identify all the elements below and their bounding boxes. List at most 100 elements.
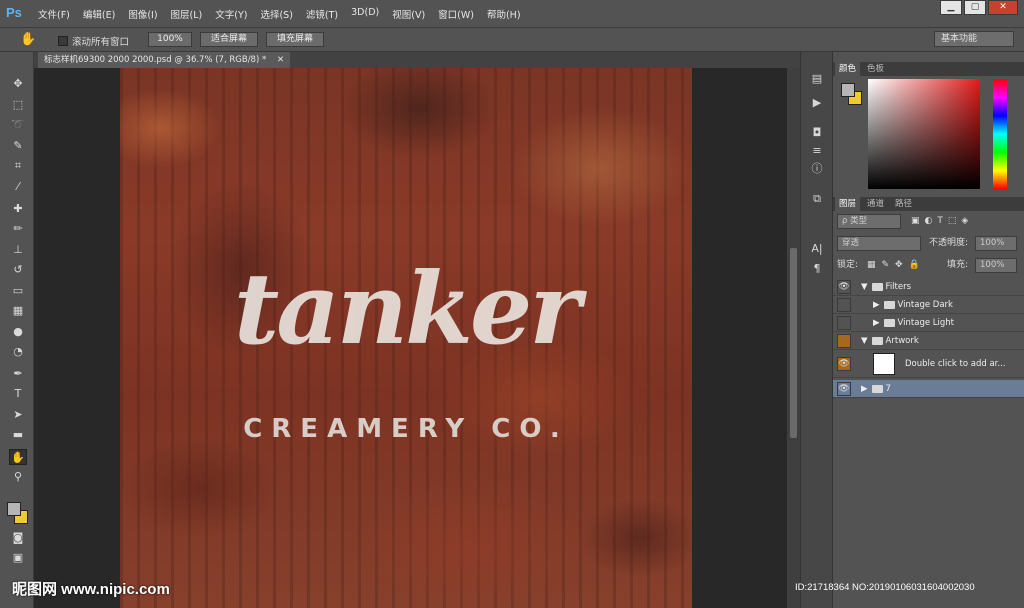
tab-swatches[interactable]: 色板: [863, 62, 888, 76]
workspace-select[interactable]: 基本功能: [934, 31, 1014, 47]
menu-type[interactable]: 文字(Y): [215, 7, 247, 21]
lock-icons[interactable]: ▦✎✥🔒: [867, 258, 926, 273]
vertical-scrollbar[interactable]: [787, 68, 800, 608]
visibility-eye-icon[interactable]: 👁: [837, 357, 851, 371]
layer-row-vintage-light[interactable]: ▶ Vintage Light: [833, 314, 1024, 332]
layer-row-filters[interactable]: 👁 ▼ Filters: [833, 278, 1024, 296]
character-panel-icon[interactable]: A|: [809, 242, 825, 256]
visibility-eye-icon[interactable]: 👁: [837, 280, 851, 294]
color-panel-foreground[interactable]: [841, 83, 855, 97]
window-controls: ▁ ▢ ✕: [938, 0, 1018, 15]
menu-3d[interactable]: 3D(D): [351, 7, 379, 21]
document-tab-bar: 标志样机69300 2000 2000.psd @ 36.7% (7, RGB/…: [34, 52, 800, 68]
layer-row-smart-object[interactable]: 👁 Double click to add ar...: [833, 350, 1024, 378]
blur-tool-icon[interactable]: ●: [9, 324, 27, 340]
hand-tool-icon[interactable]: ✋: [20, 32, 36, 47]
type-tool-icon[interactable]: T: [9, 386, 27, 402]
tab-color[interactable]: 颜色: [835, 62, 861, 76]
close-button[interactable]: ✕: [988, 0, 1018, 15]
tools-panel: ✥ ⬚ ➰ ✎ ⌗ ⁄ ✚ ✏ ⊥ ↺ ▭ ▦ ● ◔ ✒ T ➤ ▬ ✋ ⚲ …: [0, 52, 34, 608]
color-picker-field[interactable]: [868, 79, 980, 189]
paragraph-panel-icon[interactable]: ¶: [809, 262, 825, 276]
lock-label: 锁定:: [837, 260, 859, 270]
menu-select[interactable]: 选择(S): [260, 7, 292, 21]
scroll-all-windows-label: 滚动所有窗口: [72, 37, 130, 48]
scroll-all-windows-checkbox[interactable]: 滚动所有窗口: [58, 34, 129, 48]
photoshop-logo: Ps: [6, 5, 22, 20]
crop-tool-icon[interactable]: ⌗: [9, 158, 27, 174]
lasso-tool-icon[interactable]: ➰: [9, 117, 27, 133]
brush-presets-panel-icon[interactable]: ⧉: [809, 192, 825, 206]
folder-icon: [883, 300, 895, 309]
document-tab[interactable]: 标志样机69300 2000 2000.psd @ 36.7% (7, RGB/…: [38, 52, 291, 68]
fill-screen-button[interactable]: 填充屏幕: [266, 32, 324, 47]
quick-mask-icon[interactable]: ◙: [9, 530, 27, 546]
brush-tool-icon[interactable]: ✏: [9, 221, 27, 237]
visibility-off-icon[interactable]: [837, 316, 851, 330]
menu-bar: Ps 文件(F) 编辑(E) 图像(I) 图层(L) 文字(Y) 选择(S) 滤…: [0, 0, 1024, 28]
hand-tool-icon[interactable]: ✋: [9, 449, 27, 465]
menu-filter[interactable]: 滤镜(T): [306, 7, 338, 21]
gradient-tool-icon[interactable]: ▦: [9, 303, 27, 319]
main-menu: 文件(F) 编辑(E) 图像(I) 图层(L) 文字(Y) 选择(S) 滤镜(T…: [38, 7, 521, 21]
menu-layer[interactable]: 图层(L): [171, 7, 203, 21]
healing-brush-tool-icon[interactable]: ✚: [9, 201, 27, 217]
fit-screen-button[interactable]: 适合屏幕: [200, 32, 258, 47]
layer-row-7[interactable]: 👁 ▶ 7: [833, 380, 1024, 398]
layer-filter-icons[interactable]: ▣◐T⬚◈: [911, 214, 973, 229]
menu-view[interactable]: 视图(V): [392, 7, 425, 21]
visibility-off-icon[interactable]: [837, 334, 851, 348]
tab-channels[interactable]: 通道: [863, 197, 888, 211]
layer-row-artwork[interactable]: ▼ Artwork: [833, 332, 1024, 350]
fill-input[interactable]: 100%: [975, 258, 1017, 273]
marquee-tool-icon[interactable]: ⬚: [9, 97, 27, 113]
move-tool-icon[interactable]: ✥: [9, 76, 27, 92]
menu-file[interactable]: 文件(F): [38, 7, 70, 21]
adjustments-panel-icon[interactable]: ≡: [809, 144, 825, 158]
blend-mode-select[interactable]: 穿透: [837, 236, 921, 251]
canvas-area[interactable]: tanker CREAMERY CO.: [34, 68, 800, 608]
visibility-off-icon[interactable]: [837, 298, 851, 312]
visibility-eye-icon[interactable]: 👁: [837, 382, 851, 396]
history-panel-icon[interactable]: ▤: [809, 72, 825, 86]
dodge-tool-icon[interactable]: ◔: [9, 344, 27, 360]
menu-edit[interactable]: 编辑(E): [83, 7, 115, 21]
rectangle-tool-icon[interactable]: ▬: [9, 427, 27, 443]
hue-slider[interactable]: [993, 79, 1007, 189]
tab-paths[interactable]: 路径: [891, 197, 916, 211]
eyedropper-tool-icon[interactable]: ⁄: [9, 179, 27, 195]
actions-panel-icon[interactable]: ▶: [809, 96, 825, 110]
folder-icon: [883, 318, 895, 327]
quick-selection-tool-icon[interactable]: ✎: [9, 138, 27, 154]
options-bar: ✋ 滚动所有窗口 100% 适合屏幕 填充屏幕 基本功能: [0, 28, 1024, 52]
menu-help[interactable]: 帮助(H): [487, 7, 521, 21]
clone-stamp-tool-icon[interactable]: ⊥: [9, 242, 27, 258]
minimize-button[interactable]: ▁: [940, 0, 962, 15]
tab-layers[interactable]: 图层: [835, 197, 861, 211]
opacity-input[interactable]: 100%: [975, 236, 1017, 251]
layer-row-vintage-dark[interactable]: ▶ Vintage Dark: [833, 296, 1024, 314]
history-brush-tool-icon[interactable]: ↺: [9, 262, 27, 278]
foreground-color-swatch[interactable]: [7, 502, 21, 516]
eraser-tool-icon[interactable]: ▭: [9, 283, 27, 299]
scrollbar-thumb[interactable]: [790, 248, 797, 438]
color-panel-tabs: 颜色 色板: [833, 62, 1024, 76]
path-selection-tool-icon[interactable]: ➤: [9, 407, 27, 423]
layers-panel-tabs: 图层 通道 路径: [833, 197, 1024, 211]
screen-mode-icon[interactable]: ▣: [9, 550, 27, 566]
close-icon[interactable]: ✕: [277, 55, 284, 65]
info-panel-icon[interactable]: ⓘ: [809, 162, 825, 176]
properties-panel-icon[interactable]: ◘: [809, 126, 825, 140]
logo-subtext: CREAMERY CO.: [243, 414, 569, 444]
checkbox-icon: [58, 36, 68, 46]
layer-filter-select[interactable]: ρ 类型: [837, 214, 901, 229]
zoom-100-button[interactable]: 100%: [148, 32, 192, 47]
restore-button[interactable]: ▢: [964, 0, 986, 15]
pen-tool-icon[interactable]: ✒: [9, 366, 27, 382]
fill-label: 填充:: [947, 260, 969, 270]
watermark-id: ID:21718364 NO:20190106031604002030: [795, 582, 975, 593]
menu-window[interactable]: 窗口(W): [438, 7, 474, 21]
zoom-tool-icon[interactable]: ⚲: [9, 469, 27, 485]
menu-image[interactable]: 图像(I): [128, 7, 157, 21]
artboard[interactable]: tanker CREAMERY CO.: [120, 68, 692, 608]
